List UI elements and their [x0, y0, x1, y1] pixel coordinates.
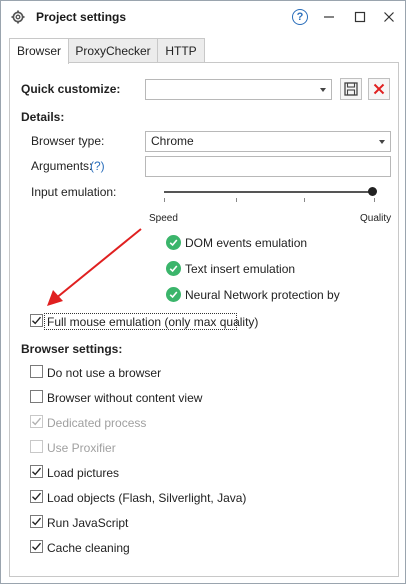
quick-customize-select[interactable]	[145, 79, 332, 100]
quick-customize-label: Quick customize:	[21, 82, 121, 96]
checkmark-icon	[32, 492, 42, 501]
help-button[interactable]: ?	[292, 9, 308, 25]
browser-without-content-view-checkbox[interactable]	[30, 390, 43, 403]
slider-tick	[164, 198, 165, 202]
feature-dom-events: DOM events emulation	[185, 236, 308, 250]
run-javascript-checkbox[interactable]	[30, 515, 43, 528]
input-emulation-slider-thumb[interactable]	[368, 187, 377, 196]
full-mouse-emulation-label[interactable]: Full mouse emulation (only max quality)	[47, 315, 258, 329]
full-mouse-emulation-checkbox[interactable]	[30, 314, 43, 327]
slider-tick	[236, 198, 237, 202]
slider-quality-label: Quality	[360, 213, 392, 224]
run-javascript-label[interactable]: Run JavaScript	[47, 516, 128, 530]
details-heading: Details:	[21, 110, 65, 124]
cache-cleaning-label[interactable]: Cache cleaning	[47, 541, 130, 555]
feature-neural-network: Neural Network protection bypas	[185, 288, 340, 302]
do-not-use-browser-label[interactable]: Do not use a browser	[47, 366, 161, 380]
load-pictures-checkbox[interactable]	[30, 465, 43, 478]
chevron-down-icon	[379, 140, 385, 144]
use-proxifier-checkbox	[30, 440, 43, 453]
arguments-label: Arguments:	[31, 159, 93, 173]
minimize-button[interactable]	[321, 9, 337, 25]
load-objects-label[interactable]: Load objects (Flash, Silverlight, Java)	[47, 491, 246, 505]
maximize-button[interactable]	[352, 9, 368, 25]
input-emulation-label: Input emulation:	[31, 185, 117, 199]
load-pictures-label[interactable]: Load pictures	[47, 466, 119, 480]
slider-speed-label: Speed	[149, 213, 178, 224]
browser-without-content-view-label[interactable]: Browser without content view	[47, 391, 202, 405]
arguments-input[interactable]	[145, 156, 391, 177]
use-proxifier-label: Use Proxifier	[47, 441, 116, 455]
annotation-arrow-icon	[47, 228, 142, 306]
browser-type-select[interactable]: Chrome	[145, 131, 391, 152]
checkmark-icon	[32, 517, 42, 526]
browser-settings-heading: Browser settings:	[21, 342, 123, 356]
feature-text-insert: Text insert emulation	[185, 262, 296, 276]
gear-icon	[11, 10, 25, 24]
input-emulation-slider-track[interactable]	[164, 191, 374, 193]
close-icon	[373, 83, 385, 95]
slider-tick	[304, 198, 305, 202]
dedicated-process-checkbox	[30, 415, 43, 428]
delete-preset-button[interactable]	[368, 78, 390, 100]
tab-proxychecker[interactable]: ProxyChecker	[68, 38, 158, 63]
save-preset-button[interactable]	[340, 78, 362, 100]
check-circle-icon	[166, 287, 181, 302]
check-circle-icon	[166, 235, 181, 250]
close-button[interactable]	[381, 9, 397, 25]
checkmark-icon	[32, 316, 42, 325]
checkmark-icon	[32, 542, 42, 551]
chevron-down-icon	[320, 88, 326, 92]
slider-tick	[374, 198, 375, 202]
floppy-disk-icon	[344, 82, 358, 96]
browser-type-value: Chrome	[151, 134, 194, 148]
browser-type-label: Browser type:	[31, 134, 105, 148]
tab-browser[interactable]: Browser	[9, 38, 69, 64]
arguments-help-link[interactable]: (?)	[90, 159, 105, 173]
title-bar[interactable]: Project settings ?	[1, 1, 405, 33]
window-title: Project settings	[36, 10, 127, 24]
checkmark-icon	[32, 467, 42, 476]
project-settings-window: Project settings ? Browser ProxyChecker …	[0, 0, 406, 584]
checkmark-icon	[32, 417, 42, 426]
do-not-use-browser-checkbox[interactable]	[30, 365, 43, 378]
dedicated-process-label: Dedicated process	[47, 416, 147, 430]
load-objects-checkbox[interactable]	[30, 490, 43, 503]
tab-http[interactable]: HTTP	[157, 38, 205, 63]
check-circle-icon	[166, 261, 181, 276]
cache-cleaning-checkbox[interactable]	[30, 540, 43, 553]
